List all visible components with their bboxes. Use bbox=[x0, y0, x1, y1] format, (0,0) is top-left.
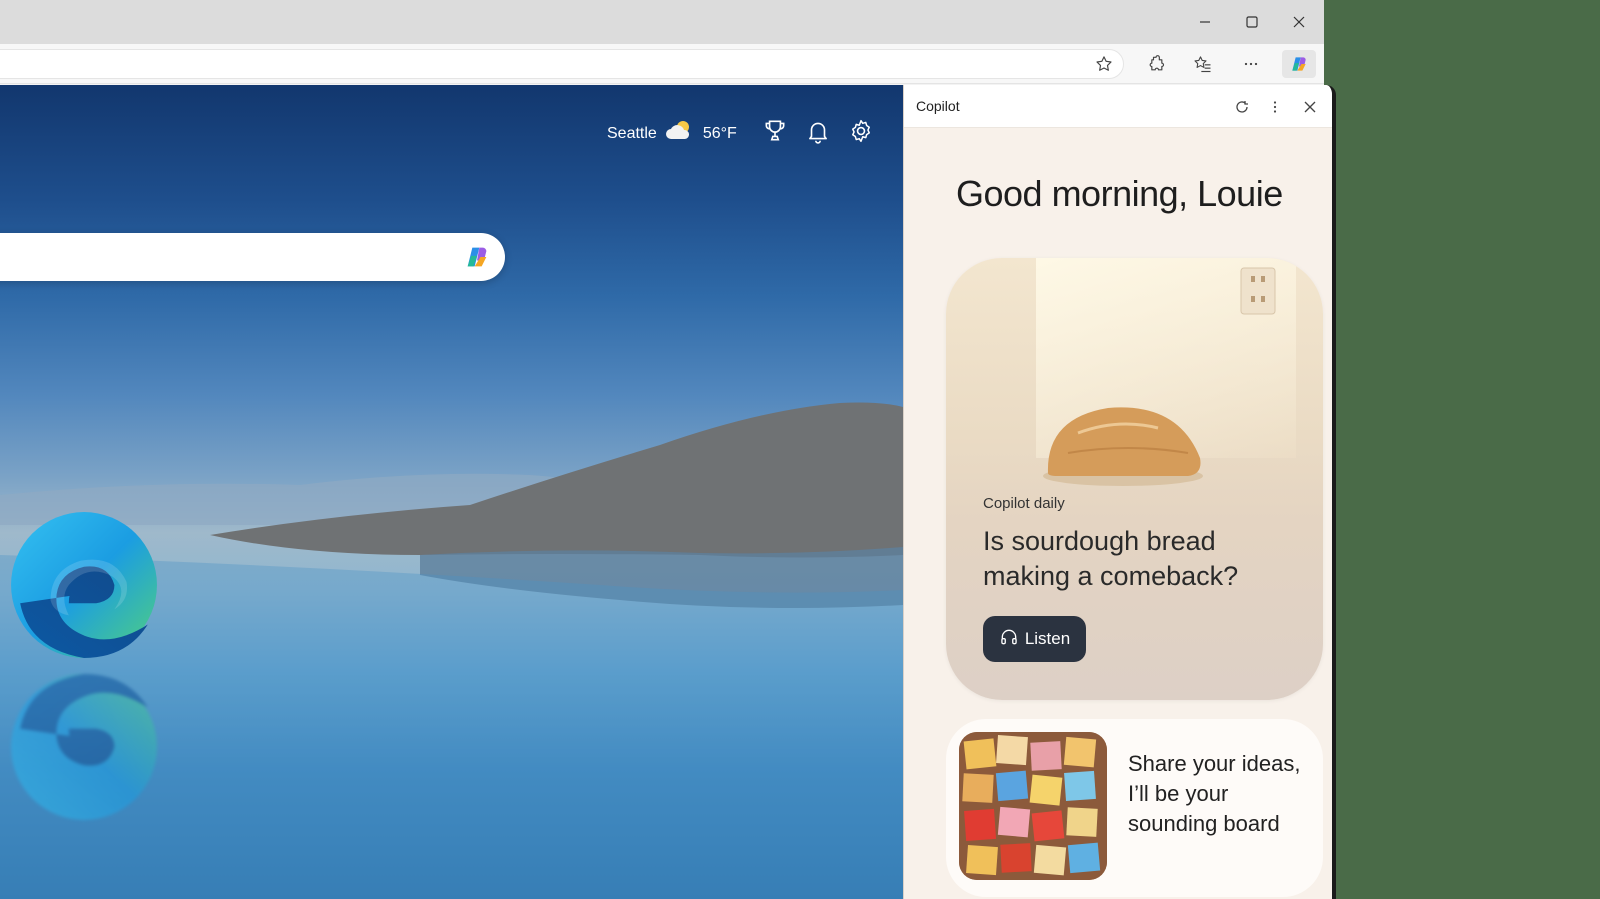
browser-toolbar bbox=[0, 44, 1324, 84]
copilot-icon[interactable] bbox=[1282, 50, 1316, 78]
copilot-daily-title: Is sourdough bread making a comeback? bbox=[983, 526, 1239, 591]
listen-button[interactable]: Listen bbox=[983, 616, 1086, 662]
copilot-daily-label: Copilot daily bbox=[983, 495, 1065, 512]
copilot-panel-header: Copilot bbox=[904, 85, 1332, 128]
weather-temp: 56°F bbox=[702, 124, 737, 142]
refresh-icon[interactable] bbox=[1231, 96, 1253, 118]
extensions-icon[interactable] bbox=[1141, 50, 1171, 78]
headphones-icon bbox=[999, 627, 1019, 652]
more-icon[interactable] bbox=[1236, 50, 1266, 78]
listen-label: Listen bbox=[1024, 629, 1071, 648]
edge-logo-reflection bbox=[11, 674, 157, 820]
maximize-icon[interactable] bbox=[1237, 8, 1267, 36]
copilot-daily-card[interactable]: Copilot daily Is sourdough bread making … bbox=[946, 258, 1323, 700]
more-vertical-icon[interactable] bbox=[1264, 96, 1286, 118]
new-tab-page: Seattle 56°F bbox=[0, 85, 903, 899]
greeting-heading: Good morning, Louie bbox=[956, 173, 1283, 214]
weather-city: Seattle bbox=[607, 124, 657, 142]
close-icon[interactable] bbox=[1284, 8, 1314, 36]
minimize-icon[interactable] bbox=[1190, 8, 1220, 36]
title-bar bbox=[0, 0, 1324, 44]
search-input[interactable] bbox=[0, 233, 505, 281]
settings-gear-icon[interactable] bbox=[848, 118, 874, 144]
copilot-search-icon[interactable] bbox=[463, 243, 491, 271]
notifications-bell-icon[interactable] bbox=[805, 118, 831, 144]
rewards-trophy-icon[interactable] bbox=[762, 118, 788, 144]
sticky-notes-image bbox=[959, 732, 1107, 880]
edge-logo-icon bbox=[11, 512, 157, 658]
weather-widget[interactable]: Seattle 56°F bbox=[607, 119, 737, 148]
favorite-star-icon[interactable] bbox=[1089, 50, 1119, 78]
sounding-board-text: Share your ideas, I’ll be your sounding … bbox=[1128, 751, 1301, 836]
favorites-icon[interactable] bbox=[1188, 50, 1218, 78]
panel-close-icon[interactable] bbox=[1299, 96, 1321, 118]
bread-illustration bbox=[1043, 407, 1203, 486]
sounding-board-card[interactable]: Share your ideas, I’ll be your sounding … bbox=[946, 719, 1323, 897]
wall-outlet-illustration bbox=[1240, 267, 1276, 315]
copilot-panel-title: Copilot bbox=[916, 98, 960, 114]
copilot-panel: Copilot Good morning, Louie Copilot dail… bbox=[903, 85, 1336, 899]
address-bar[interactable] bbox=[0, 49, 1124, 79]
partly-cloudy-icon bbox=[665, 119, 695, 148]
